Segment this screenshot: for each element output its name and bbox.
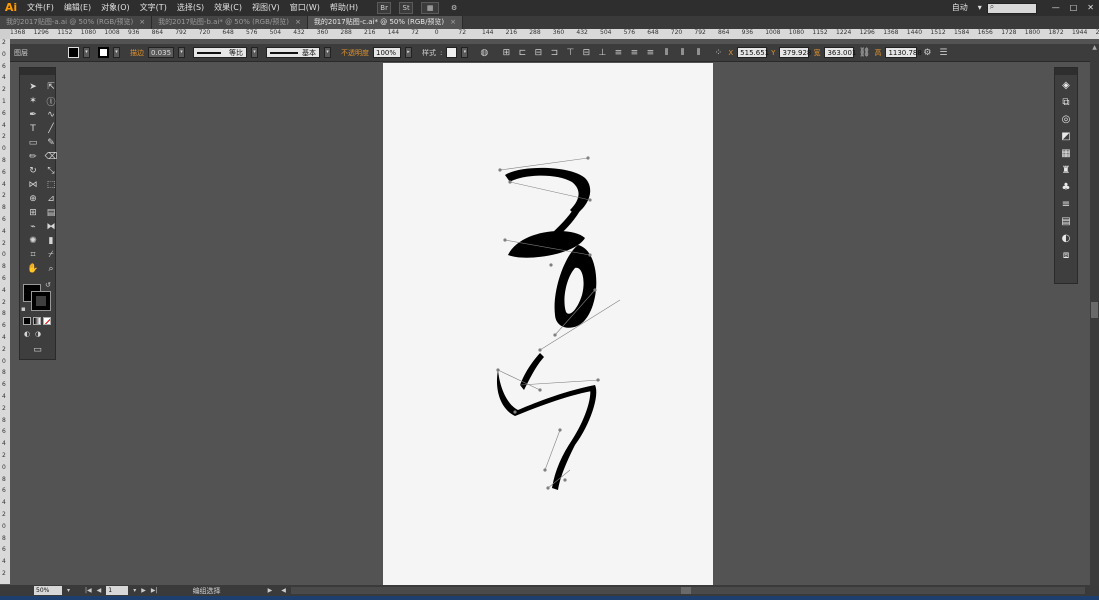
anchor-point — [496, 368, 500, 372]
anchor-point — [563, 478, 567, 482]
appearance-panel-icon[interactable]: ◎ — [1058, 112, 1074, 126]
export-panel-icon[interactable]: ⧈ — [1058, 248, 1074, 262]
horizontal-scrollbar[interactable] — [290, 587, 1085, 594]
stroke-7 — [552, 385, 597, 490]
anchor-point — [553, 333, 557, 337]
brushes-panel-icon[interactable]: ♜ — [1058, 163, 1074, 177]
symbols-panel-icon[interactable]: ♣ — [1058, 180, 1074, 194]
anchor-point — [546, 486, 550, 490]
anchor-point — [513, 410, 517, 414]
next-artboard-icon[interactable]: ▶ — [141, 587, 146, 594]
stroke-panel-icon[interactable]: ≡ — [1058, 197, 1074, 211]
anchor-point — [596, 378, 600, 382]
horizontal-scroll-thumb[interactable] — [680, 587, 691, 594]
dock-header[interactable] — [1055, 68, 1077, 75]
stroke-1-body — [496, 370, 595, 416]
zoom-dropdown[interactable]: ▾ — [67, 587, 70, 594]
anchor-point — [498, 168, 502, 172]
status-menu-icon[interactable]: ▶ — [268, 587, 273, 594]
zoom-field[interactable]: 50% — [34, 586, 62, 595]
layers-panel-icon[interactable]: ◈ — [1058, 78, 1074, 92]
scroll-left-icon[interactable]: ◀ — [281, 587, 286, 594]
anchor-point — [549, 263, 553, 267]
transparency-panel-icon[interactable]: ◐ — [1058, 231, 1074, 245]
anchor-point — [538, 348, 542, 352]
anchor-point — [503, 238, 507, 242]
status-mode-label[interactable]: 编组选择 — [193, 586, 263, 596]
last-artboard-icon[interactable]: ▶| — [151, 587, 158, 594]
graphic-styles-panel-icon[interactable]: ◩ — [1058, 129, 1074, 143]
scroll-thumb[interactable] — [1091, 302, 1098, 318]
anchor-point — [508, 180, 512, 184]
artboards-panel-icon[interactable]: ⧉ — [1058, 95, 1074, 109]
stroke-0 — [554, 245, 597, 328]
artboard-number-field[interactable]: 1 — [106, 586, 129, 595]
swatches-panel-icon[interactable]: ▦ — [1058, 146, 1074, 160]
previous-artboard-icon[interactable]: ◀ — [97, 587, 102, 594]
anchor-point — [588, 198, 592, 202]
artboard-dropdown[interactable]: ▾ — [133, 587, 136, 594]
calligraphy-artwork[interactable] — [0, 0, 1099, 600]
vertical-scrollbar[interactable]: ▲ — [1090, 44, 1099, 585]
anchor-point — [558, 428, 562, 432]
scroll-up-icon[interactable]: ▲ — [1090, 44, 1099, 52]
gradient-panel-icon[interactable]: ▤ — [1058, 214, 1074, 228]
anchor-point — [593, 288, 597, 292]
first-artboard-icon[interactable]: |◀ — [85, 587, 92, 594]
panel-dock: ◈ ⧉ ◎ ◩ ▦ ♜ ♣ ≡ ▤ ◐ ⧈ — [1054, 67, 1078, 284]
anchor-point — [588, 253, 592, 257]
anchor-point — [543, 468, 547, 472]
anchor-point — [586, 156, 590, 160]
status-bar: 50% ▾ |◀ ◀ 1 ▾ ▶ ▶| 编组选择 ▶ ◀ — [0, 585, 1099, 596]
anchor-point — [538, 388, 542, 392]
os-taskbar — [0, 596, 1099, 600]
